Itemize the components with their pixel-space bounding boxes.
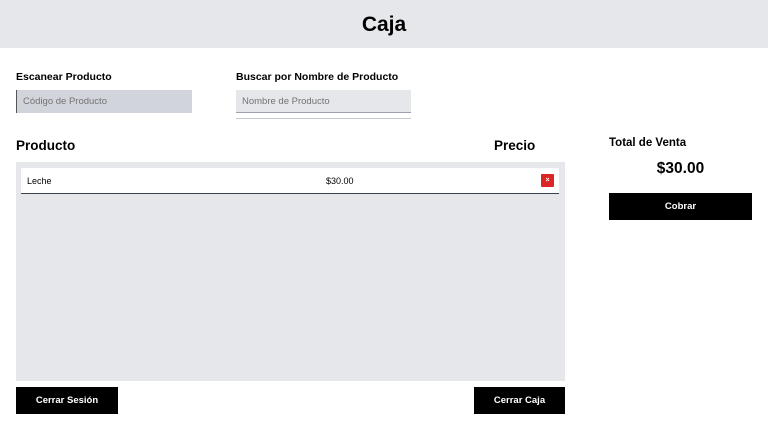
close-register-button[interactable]: Cerrar Caja: [474, 387, 565, 414]
table-row: Leche $30.00 ×: [21, 168, 559, 194]
page-title: Caja: [361, 13, 407, 36]
logout-button[interactable]: Cerrar Sesión: [16, 387, 118, 414]
search-underline: [236, 118, 411, 119]
charge-button[interactable]: Cobrar: [609, 193, 752, 220]
product-name-search-input[interactable]: [236, 90, 411, 113]
remove-product-button[interactable]: ×: [541, 174, 554, 187]
search-label: Buscar por Nombre de Producto: [236, 71, 399, 83]
product-code-input[interactable]: [16, 90, 192, 113]
total-label: Total de Venta: [609, 137, 687, 149]
product-price: $30.00: [326, 176, 354, 186]
page-header: Caja: [0, 0, 768, 48]
close-icon: ×: [545, 177, 550, 184]
column-header-price: Precio: [494, 138, 536, 153]
column-header-product: Producto: [16, 138, 76, 153]
scan-label: Escanear Producto: [16, 71, 112, 83]
product-list: Leche $30.00 ×: [16, 162, 565, 381]
product-name: Leche: [27, 176, 52, 186]
total-value: $30.00: [656, 160, 705, 177]
